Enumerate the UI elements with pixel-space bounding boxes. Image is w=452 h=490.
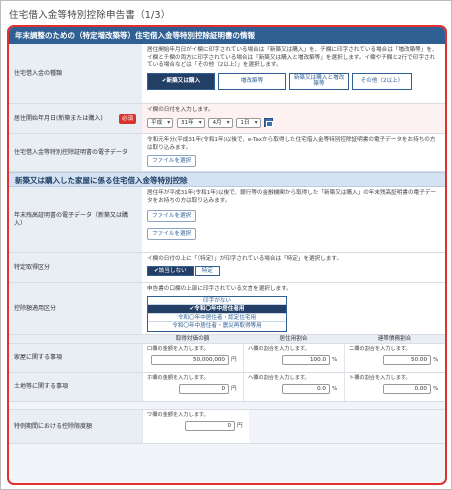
limit-row: 特例期間における控除限度額 ワ欄の金額を入力します。 0円 (9, 410, 445, 444)
grid-header-joint: 連帯債務割合 (377, 336, 412, 342)
house-type-option-both[interactable]: 新築又は購入と増改築等 (289, 72, 349, 90)
house-joint-unit: % (433, 356, 439, 363)
house-grid-row: 家屋に関する事項 口欄の金額を入力します。 50,000,000 円 ハ欄の割合を… (9, 344, 445, 373)
page-title: 住宅借入金等特別控除申告書（1/3） (9, 10, 171, 21)
house-type-selector: ✔新築又は購入 増改築等 新築又は購入と増改築等 その他（2以上） (147, 72, 440, 90)
land-price-unit: 円 (231, 385, 237, 392)
land-joint-hint: ト欄の割合を入力します。 (349, 375, 411, 381)
year-select[interactable]: 31年 (176, 117, 205, 128)
special-acq-row: 特定取得区分 イ欄の日付の上に「（特定）」が印字されている場合は「特定」を選択し… (9, 253, 445, 283)
special-acq-option-none[interactable]: ✔該当しない (147, 265, 194, 276)
special-acq-hint: イ欄の日付の上に「（特定）」が印字されている場合は「特定」を選択します。 (147, 256, 343, 262)
cert-data-label: 住宅借入金等特別控除証明書の電子データ (9, 134, 142, 171)
day-select[interactable]: 1日 (236, 117, 261, 128)
deduction-class-hint: 申告書の口欄の上部に印字されている文言を選択します。 (147, 286, 292, 292)
special-acq-option-special[interactable]: 特定 (194, 265, 220, 276)
house-type-label: 住宅借入金の種類 (9, 44, 142, 103)
house-grid-label: 家屋に関する事項 (9, 344, 142, 372)
panel-title: 年末調整のための（特定増改築等）住宅借入金等特別控除証明書の情報 (9, 27, 445, 44)
grid-header: 取得対価の額 居住用割合 連帯債務割合 (9, 335, 445, 344)
deduction-option-resident[interactable]: ✔令和〇年中居住者用 (148, 305, 286, 314)
deduction-option-certified[interactable]: 令和〇年中居住者・認定住宅用 (148, 313, 286, 322)
land-price-input[interactable]: 0 (179, 384, 229, 394)
house-joint-input[interactable]: 50.00 (383, 355, 431, 365)
balance-cert-row: 年末残高証明書の電子データ（新築又は購入） 居住年が平成31年(令和1年)以後で… (9, 187, 445, 253)
cert-data-hint: 令和元年分(平成31年(令和1年)以後で、e-Taxから取得した住宅借入金等特別… (147, 137, 436, 151)
window-frame: 住宅借入金等特別控除申告書（1/3） 年末調整のための（特定増改築等）住宅借入金… (0, 0, 452, 490)
balance-cert-hint: 居住年が平成31年(令和1年)以後で、銀行等の金融機関から取得した「新築又は購入… (147, 190, 436, 204)
deduction-option-none[interactable]: 印字がない (148, 296, 286, 305)
land-joint-unit: % (433, 385, 439, 392)
deduction-option-disaster[interactable]: 令和〇年中居住者・震災再取得等用 (148, 322, 286, 331)
cert-file-button[interactable]: ファイルを選択 (147, 155, 197, 167)
deduction-class-list: 印字がない ✔令和〇年中居住者用 令和〇年中居住者・認定住宅用 令和〇年中居住者… (147, 295, 287, 332)
calendar-icon[interactable] (264, 118, 274, 127)
deduction-class-label: 控除額適用区分 (9, 283, 142, 334)
form-panel: 年末調整のための（特定増改築等）住宅借入金等特別控除証明書の情報 住宅借入金の種… (7, 25, 447, 485)
required-badge: 必須 (118, 113, 136, 124)
house-residential-hint: ハ欄の割合を入力します。 (248, 346, 310, 352)
house-type-option-new[interactable]: ✔新築又は購入 (147, 72, 215, 90)
balance-file-button-1[interactable]: ファイルを選択 (147, 210, 197, 222)
house-type-option-other[interactable]: その他（2以上） (352, 72, 412, 90)
house-price-hint: 口欄の金額を入力します。 (147, 346, 209, 352)
land-grid-label: 土地等に関する事項 (9, 373, 142, 401)
grid-header-price: 取得対価の額 (175, 336, 210, 342)
balance-cert-label: 年末残高証明書の電子データ（新築又は購入） (9, 187, 142, 252)
house-type-row: 住宅借入金の種類 居住開始年月日がイ欄に印字されている場合は「新築又は購入」を、… (9, 44, 445, 104)
limit-input[interactable]: 0 (185, 421, 235, 431)
move-in-hint: イ欄の日付を入力します。 (147, 107, 214, 113)
land-price-hint: ホ欄の金額を入力します。 (147, 375, 209, 381)
move-in-label: 居住開始年月日(新築または購入) (14, 114, 103, 122)
house-joint-hint: 二欄の割合を入力します。 (349, 346, 411, 352)
deduction-class-row: 控除額適用区分 申告書の口欄の上部に印字されている文言を選択します。 印字がない… (9, 283, 445, 335)
grid-header-residential: 居住用割合 (279, 336, 308, 342)
house-type-hint: 居住開始年月日がイ欄に印字されている場合は「新築又は購入」を、チ欄に印字されてい… (147, 47, 438, 68)
cert-data-row: 住宅借入金等特別控除証明書の電子データ 令和元年分(平成31年(令和1年)以後で… (9, 134, 445, 172)
era-select[interactable]: 平成 (147, 117, 174, 128)
limit-label: 特例期間における控除限度額 (9, 410, 142, 443)
section-title: 新築又は購入した家屋に係る住宅借入金等特別控除 (9, 172, 445, 187)
house-residential-input[interactable]: 100.0 (282, 355, 330, 365)
move-in-row: 居住開始年月日(新築または購入) 必須 イ欄の日付を入力します。 平成 31年 … (9, 104, 445, 134)
land-residential-input[interactable]: 0.0 (282, 384, 330, 394)
month-select[interactable]: 4月 (208, 117, 233, 128)
house-type-option-renovation[interactable]: 増改築等 (218, 72, 286, 90)
land-grid-row: 土地等に関する事項 ホ欄の金額を入力します。 0円 ヘ欄の割合を入力します。 0… (9, 373, 445, 402)
house-residential-unit: % (332, 356, 338, 363)
special-acq-label: 特定取得区分 (9, 253, 142, 282)
limit-hint: ワ欄の金額を入力します。 (147, 412, 209, 418)
house-price-unit: 円 (231, 356, 237, 363)
land-joint-input[interactable]: 0.00 (383, 384, 431, 394)
balance-file-button-2[interactable]: ファイルを選択 (147, 228, 197, 240)
land-residential-unit: % (332, 385, 338, 392)
house-price-input[interactable]: 50,000,000 (151, 355, 229, 365)
land-residential-hint: ヘ欄の割合を入力します。 (248, 375, 310, 381)
limit-unit: 円 (237, 422, 243, 429)
